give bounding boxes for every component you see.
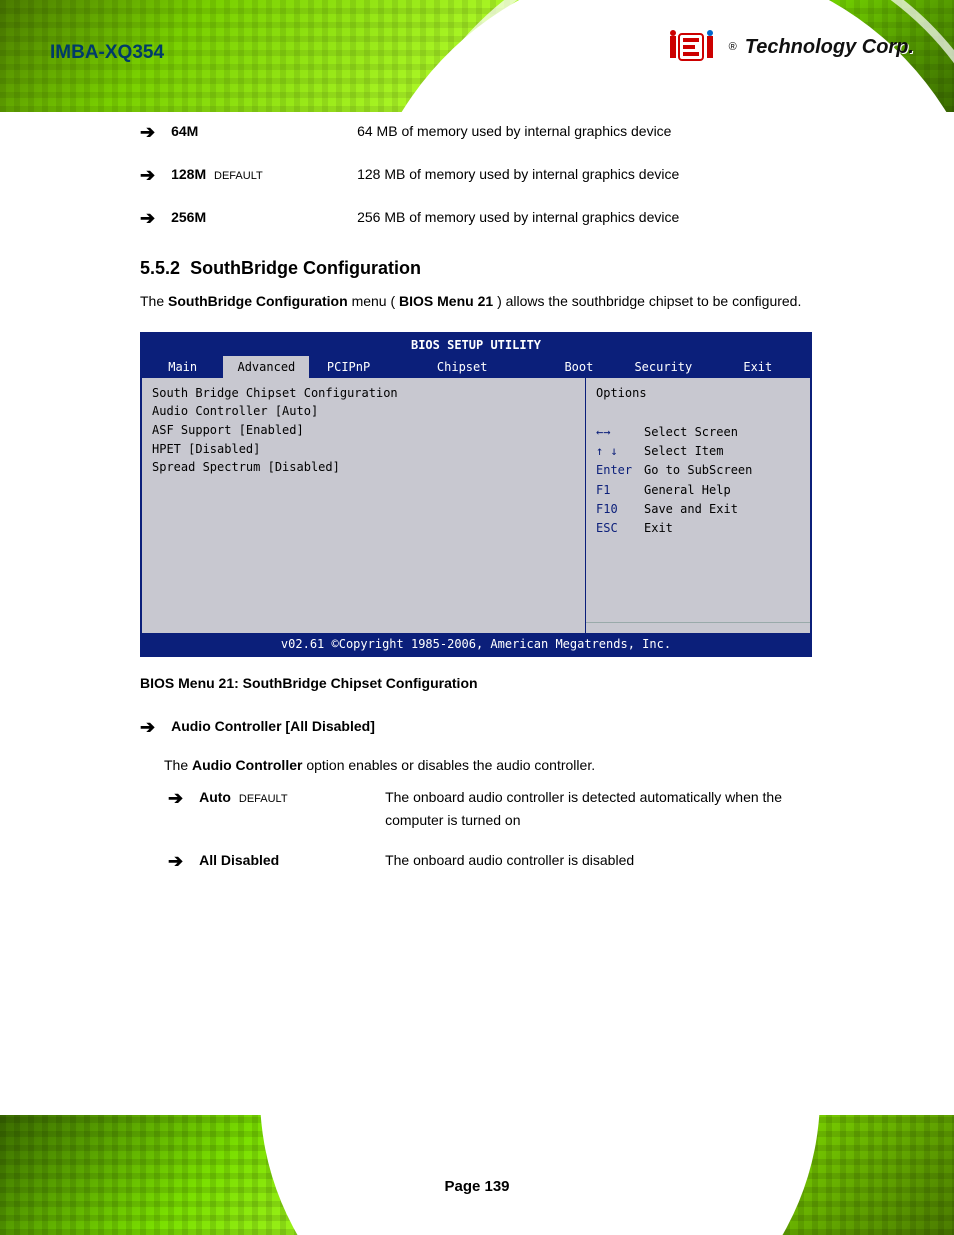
audio-heading-row: ➔ Audio Controller [All Disabled] <box>140 715 820 740</box>
arrow-icon: ➔ <box>140 206 155 231</box>
bios-tab-boot: Boot <box>537 356 621 378</box>
option-desc: The onboard audio controller is disabled <box>385 849 634 871</box>
option-128m: ➔ 128M DEFAULT 128 MB of memory used by … <box>140 163 820 188</box>
bios-tab-security: Security <box>621 356 705 378</box>
section-intro: The SouthBridge Configuration menu ( BIO… <box>140 289 820 314</box>
option-name: 256M <box>171 206 341 228</box>
reg-mark: ® <box>729 41 737 53</box>
bios-left-pane: South Bridge Chipset Configuration Audio… <box>142 378 586 633</box>
option-desc: 256 MB of memory used by internal graphi… <box>357 206 679 228</box>
key-leftright-icon: ←→ <box>596 423 636 442</box>
arrow-icon: ➔ <box>140 120 155 145</box>
option-desc: 128 MB of memory used by internal graphi… <box>357 163 679 185</box>
bios-right-pane: Options ←→ Select Screen ↑ ↓ Select Item E… <box>586 378 810 633</box>
nav-desc: Select Item <box>644 442 723 461</box>
brand-logo: ® Technology Corp. <box>669 30 914 64</box>
bottom-banner-decor <box>0 1115 954 1235</box>
audio-intro: The Audio Controller option enables or d… <box>164 754 820 776</box>
key-f1: F1 <box>596 481 636 500</box>
bios-item-audio: Audio Controller [Auto] <box>152 402 575 421</box>
option-desc: The onboard audio controller is detected… <box>385 786 820 831</box>
key-enter: Enter <box>596 461 636 480</box>
nav-desc: General Help <box>644 481 731 500</box>
nav-desc: Go to SubScreen <box>644 461 752 480</box>
bios-footer: v02.61 ©Copyright 1985-2006, American Me… <box>142 633 810 655</box>
bios-tab-main: Main <box>142 356 223 378</box>
bios-caption: BIOS Menu 21: SouthBridge Chipset Config… <box>140 675 820 691</box>
bios-tab-chipset: Chipset <box>388 356 537 378</box>
audio-option-disabled: ➔ All Disabled The onboard audio control… <box>140 849 820 874</box>
key-updown-icon: ↑ ↓ <box>596 442 636 461</box>
bios-tab-pcipnp: PCIPnP <box>309 356 387 378</box>
key-esc: ESC <box>596 519 636 538</box>
bios-item-spread: Spread Spectrum [Disabled] <box>152 458 575 477</box>
option-name: 128M DEFAULT <box>171 163 341 186</box>
bios-tab-exit: Exit <box>706 356 810 378</box>
bios-nav-keys: ←→ Select Screen ↑ ↓ Select Item Enter Go t… <box>596 423 800 614</box>
arrow-icon: ➔ <box>168 849 183 874</box>
option-tag: DEFAULT <box>214 170 263 182</box>
bios-tabs: Main Advanced PCIPnP Chipset Boot Securi… <box>142 356 810 378</box>
page-content: ➔ 64M 64 MB of memory used by internal g… <box>140 120 820 892</box>
bios-item-hpet: HPET [Disabled] <box>152 440 575 459</box>
bios-tab-advanced: Advanced <box>223 356 309 378</box>
model-label: IMBA-XQ354 <box>50 42 164 64</box>
bios-item-asf: ASF Support [Enabled] <box>152 421 575 440</box>
option-256m: ➔ 256M 256 MB of memory used by internal… <box>140 206 820 231</box>
brand-text: Technology Corp. <box>745 36 914 59</box>
option-name: Auto DEFAULT <box>199 786 369 809</box>
bios-help-label: Options <box>596 384 800 403</box>
arrow-icon: ➔ <box>140 163 155 188</box>
nav-desc: Exit <box>644 519 673 538</box>
bios-heading: South Bridge Chipset Configuration <box>152 384 575 403</box>
nav-desc: Save and Exit <box>644 500 738 519</box>
option-name: 64M <box>171 120 341 142</box>
key-f10: F10 <box>596 500 636 519</box>
section-heading: 5.5.2 SouthBridge Configuration <box>140 258 820 279</box>
option-tag: DEFAULT <box>239 793 288 805</box>
bios-title: BIOS SETUP UTILITY <box>142 334 810 356</box>
option-desc: 64 MB of memory used by internal graphic… <box>357 120 671 142</box>
arrow-icon: ➔ <box>140 715 155 740</box>
page-number: Page 139 <box>444 1178 509 1195</box>
option-64m: ➔ 64M 64 MB of memory used by internal g… <box>140 120 820 145</box>
iei-logo-icon <box>669 30 721 64</box>
arrow-icon: ➔ <box>168 786 183 811</box>
audio-heading: Audio Controller [All Disabled] <box>171 715 375 737</box>
audio-option-auto: ➔ Auto DEFAULT The onboard audio control… <box>140 786 820 831</box>
nav-desc: Select Screen <box>644 423 738 442</box>
bios-setup-screenshot: BIOS SETUP UTILITY Main Advanced PCIPnP … <box>140 332 812 657</box>
option-name: All Disabled <box>199 849 369 871</box>
